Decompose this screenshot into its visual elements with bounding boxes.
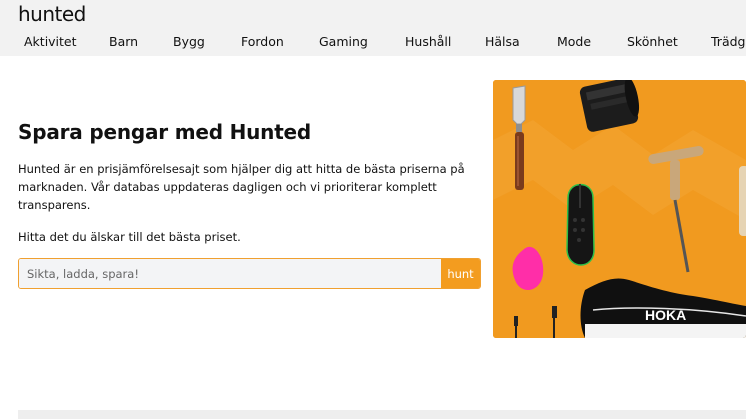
hunted-logo[interactable]: hunted: [18, 2, 86, 26]
nav-item-bygg[interactable]: Bygg: [173, 34, 205, 49]
product-collage: HOKA: [493, 80, 746, 338]
hero-cta-text: Hitta det du älskar till det bästa prise…: [18, 230, 241, 244]
hero-product-image: HOKA: [493, 80, 746, 338]
nav-item-gaming[interactable]: Gaming: [319, 34, 368, 49]
footer-band: [18, 410, 746, 419]
nav-item-skonhet[interactable]: Skönhet: [627, 34, 678, 49]
nav-item-barn[interactable]: Barn: [109, 34, 138, 49]
hunt-button[interactable]: hunt: [441, 259, 480, 288]
nav-item-fordon[interactable]: Fordon: [241, 34, 284, 49]
search-bar: hunt: [18, 258, 481, 289]
nav-item-tradgard[interactable]: Trädgård: [711, 34, 746, 49]
nav-item-mode[interactable]: Mode: [557, 34, 591, 49]
top-header: hunted Aktivitet Barn Bygg Fordon Gaming…: [0, 0, 746, 56]
nav-item-hushall[interactable]: Hushåll: [405, 34, 451, 49]
search-input[interactable]: [19, 259, 441, 288]
shoe-brand-text: HOKA: [645, 307, 686, 323]
hero-title: Spara pengar med Hunted: [18, 120, 312, 144]
nav-item-halsa[interactable]: Hälsa: [485, 34, 520, 49]
gaming-mouse-icon: [566, 183, 595, 266]
hero-description: Hunted är en prisjämförelsesajt som hjäl…: [18, 162, 465, 212]
category-nav: Aktivitet Barn Bygg Fordon Gaming Hushål…: [0, 34, 746, 50]
nav-item-aktivitet[interactable]: Aktivitet: [24, 34, 77, 49]
